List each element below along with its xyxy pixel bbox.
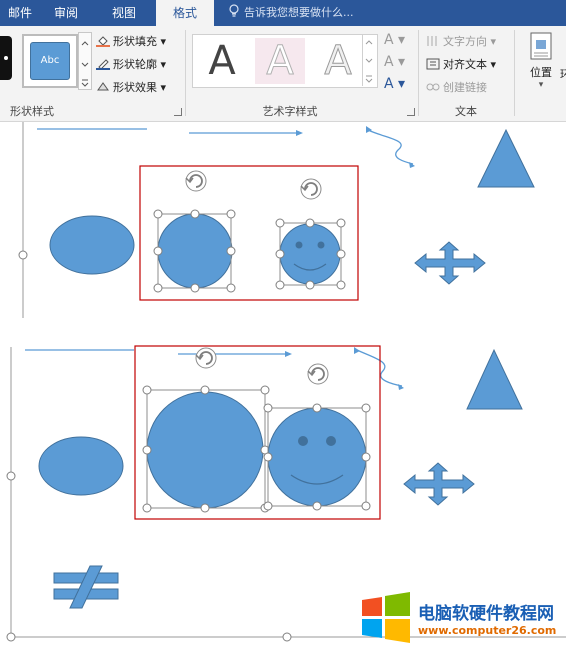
shape-style-swatch-dark[interactable] (0, 36, 12, 80)
arrow-shape[interactable] (189, 130, 303, 136)
tell-me-search[interactable]: 告诉我您想要做什么... (228, 0, 354, 26)
ribbon-tab-bar: 邮件 审阅 视图 格式 告诉我您想要做什么... (0, 0, 566, 26)
triangle-shape[interactable] (477, 128, 535, 188)
lightbulb-icon (229, 4, 239, 17)
curved-double-arrow-shape[interactable] (366, 126, 415, 168)
triangle-shape[interactable] (466, 348, 523, 410)
four-way-arrow-shape[interactable] (403, 462, 475, 506)
canvas-resize-handle[interactable] (6, 632, 16, 642)
tell-me-text: 告诉我您想要做什么... (244, 6, 354, 19)
text-outline-button[interactable]: A ▾ (384, 54, 405, 70)
align-text-icon (426, 58, 440, 70)
wrap-text-button-partial[interactable]: 环 (560, 66, 566, 82)
circle-shape-selected[interactable] (142, 347, 270, 513)
four-way-arrow-shape[interactable] (414, 241, 486, 285)
text-fill-icon: A (384, 32, 394, 48)
text-direction-label: 文字方向 (443, 35, 487, 48)
link-icon (426, 83, 440, 91)
shape-effects-button[interactable]: 形状效果 ▾ (96, 79, 166, 95)
text-fill-button[interactable]: A ▾ (384, 32, 405, 48)
divider (514, 30, 515, 116)
shape-effects-label: 形状效果 (113, 81, 157, 94)
text-effects-button[interactable]: A ▾ (384, 76, 405, 92)
canvas-resize-handle[interactable] (18, 250, 28, 260)
create-link-label: 创建链接 (443, 81, 487, 94)
wordart-gallery-scroll[interactable] (362, 34, 375, 86)
wordart-launcher-icon[interactable] (407, 108, 415, 116)
paint-bucket-icon (96, 36, 110, 47)
canvas-resize-handle[interactable] (282, 632, 292, 642)
windows-logo-watermark (362, 592, 410, 643)
chevron-down-icon (365, 40, 373, 83)
wordart-gallery[interactable]: A A A (192, 34, 378, 88)
tab-format[interactable]: 格式 (156, 0, 214, 26)
wordart-style-3[interactable]: A (313, 38, 363, 85)
tab-view[interactable]: 视图 (102, 0, 146, 26)
text-direction-button[interactable]: 文字方向 ▾ (426, 33, 496, 49)
shape-effects-icon (97, 82, 109, 91)
rotate-handle-icon[interactable] (307, 363, 329, 385)
rotate-handle-icon[interactable] (185, 170, 207, 192)
watermark-site-name: 电脑软硬件教程网 (418, 604, 554, 624)
text-outline-icon: A (384, 54, 394, 70)
chevron-up-icon (81, 41, 89, 87)
text-effects-icon: A (384, 76, 394, 92)
divider (418, 30, 419, 116)
shape-outline-label: 形状轮廓 (113, 58, 157, 71)
wordart-style-1[interactable]: A (197, 38, 247, 84)
position-label: 位置 (530, 66, 552, 79)
smiley-shape-selected[interactable] (275, 178, 346, 290)
smiley-shape-selected[interactable] (263, 363, 371, 511)
not-equal-shape[interactable] (53, 565, 119, 609)
align-text-button[interactable]: 对齐文本 ▾ (426, 56, 496, 72)
position-icon (530, 32, 552, 60)
tab-mailings[interactable]: 邮件 (0, 0, 40, 26)
arrow-shape[interactable] (178, 351, 292, 357)
tab-review[interactable]: 审阅 (46, 0, 86, 26)
ribbon: Abc 形状填充 ▾ 形状轮廓 ▾ 形状效果 ▾ 形状样式 A A A A ▾ … (0, 26, 566, 122)
text-direction-icon (427, 36, 437, 46)
text-group-label: 文本 (455, 105, 477, 118)
ellipse-shape[interactable] (49, 215, 135, 275)
ellipse-shape[interactable] (38, 436, 124, 496)
rotate-handle-icon[interactable] (195, 347, 217, 369)
canvas-resize-handle[interactable] (6, 471, 16, 481)
pen-icon (96, 59, 110, 70)
align-text-label: 对齐文本 (443, 58, 487, 71)
create-link-button[interactable]: 创建链接 (426, 79, 487, 95)
wordart-style-2[interactable]: A (255, 38, 305, 85)
circle-shape-selected[interactable] (153, 170, 236, 293)
position-button[interactable]: 位置 ▾ (524, 32, 558, 90)
shape-fill-label: 形状填充 (113, 35, 157, 48)
shape-style-swatch-selected[interactable]: Abc (22, 34, 78, 88)
shape-style-swatch-label: Abc (30, 42, 70, 80)
curved-double-arrow-shape[interactable] (354, 347, 404, 390)
document-canvas (6, 122, 566, 643)
shape-styles-group-label: 形状样式 (10, 105, 54, 118)
shape-fill-button[interactable]: 形状填充 ▾ (96, 33, 166, 49)
wordart-group-label: 艺术字样式 (262, 105, 318, 118)
shape-style-gallery-scroll[interactable] (78, 32, 92, 90)
shape-styles-launcher-icon[interactable] (174, 108, 182, 116)
rotate-handle-icon[interactable] (300, 178, 322, 200)
divider (185, 30, 186, 116)
watermark-url: www.computer26.com (418, 624, 557, 637)
shape-outline-button[interactable]: 形状轮廓 ▾ (96, 56, 166, 72)
